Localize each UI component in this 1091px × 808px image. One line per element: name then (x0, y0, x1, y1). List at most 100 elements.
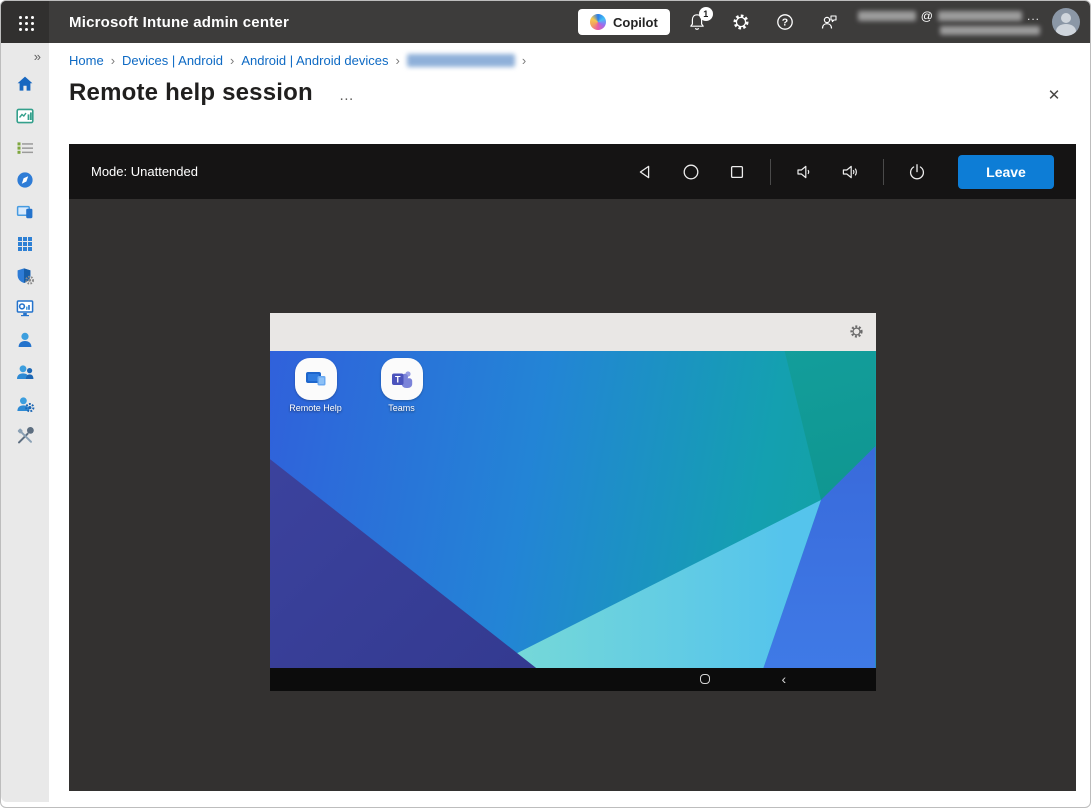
troubleshooting-icon (17, 426, 34, 443)
breadcrumb-device-name-redacted[interactable] (406, 54, 515, 67)
account-domain-redacted (937, 11, 1022, 21)
breadcrumb-separator: › (110, 53, 116, 68)
device-status-bar (269, 313, 876, 351)
help-icon: ? (776, 14, 793, 30)
apps-icon (18, 236, 32, 251)
tenant-admin-icon (17, 396, 35, 412)
devices-icon (16, 205, 33, 218)
remote-help-app-icon (294, 358, 337, 400)
breadcrumb: Home › Devices | Android › Android | And… (69, 53, 526, 68)
teams-app-icon: T (380, 358, 423, 400)
sidebar-item-dashboard[interactable] (9, 106, 41, 125)
sidebar-item-reports[interactable] (9, 298, 41, 317)
help-button[interactable]: ? (768, 5, 802, 39)
remote-session-panel: Mode: Unattended Leave Remote Help T Tea… (69, 144, 1076, 791)
device-back-icon[interactable]: ‹ (782, 668, 787, 691)
volume-up-icon (842, 165, 857, 178)
account-tenant-redacted (940, 26, 1040, 35)
nav-expand-button[interactable]: » (34, 43, 49, 66)
breadcrumb-separator: › (395, 53, 400, 68)
top-bar-actions: Copilot 1 ? @ ... (578, 5, 1090, 39)
breadcrumb-home[interactable]: Home (69, 53, 104, 68)
device-settings-icon[interactable] (849, 324, 864, 339)
page-header: Remote help session … (69, 79, 354, 107)
settings-button[interactable] (724, 5, 758, 39)
groups-icon (17, 364, 34, 379)
nav-items (9, 74, 41, 445)
endpoint-security-icon (17, 267, 35, 285)
sidebar-item-groups[interactable] (9, 362, 41, 381)
volume-down-button[interactable] (791, 159, 817, 185)
account-tenant-row (940, 26, 1040, 35)
sidebar-item-endpoint-security[interactable] (9, 266, 41, 285)
device-home-icon[interactable] (699, 674, 710, 684)
sidebar-item-home[interactable] (9, 74, 41, 93)
back-triangle-icon (639, 165, 650, 178)
page-title: Remote help session (69, 79, 313, 106)
copilot-icon (590, 14, 607, 30)
teams-app-shortcut[interactable]: T Teams (373, 358, 431, 413)
android-back-button[interactable] (632, 159, 658, 185)
sidebar-item-browse[interactable] (9, 170, 41, 189)
power-icon (909, 163, 925, 179)
recents-square-icon (730, 165, 744, 178)
top-bar: Microsoft Intune admin center Copilot 1 (1, 1, 1090, 43)
breadcrumb-android-devices[interactable]: Android | Android devices (241, 53, 388, 68)
breadcrumb-devices-android[interactable]: Devices | Android (122, 53, 223, 68)
feedback-icon (821, 15, 837, 29)
breadcrumb-separator: › (521, 53, 527, 68)
close-blade-button[interactable]: ✕ (1044, 85, 1064, 105)
reports-icon (16, 299, 34, 316)
all-services-icon (17, 141, 33, 154)
more-options-button[interactable]: … (339, 87, 354, 104)
users-icon (18, 332, 32, 347)
android-home-button[interactable] (678, 159, 704, 185)
sidebar-item-troubleshooting[interactable] (9, 426, 41, 445)
session-stage: Remote Help T Teams ‹ (69, 199, 1076, 791)
power-button[interactable] (904, 159, 930, 185)
notifications-button[interactable]: 1 (680, 5, 714, 39)
sidebar-item-all-services[interactable] (9, 138, 41, 157)
account-at-symbol: @ (920, 9, 933, 23)
volume-down-icon (797, 165, 810, 178)
copilot-button[interactable]: Copilot (578, 9, 670, 35)
account-email-row: @ ... (857, 9, 1040, 23)
app-launcher-button[interactable] (1, 1, 49, 43)
toolbar-divider (883, 158, 884, 185)
device-nav-bar: ‹ (269, 668, 876, 691)
app-label: Teams (388, 403, 415, 413)
sidebar-item-users[interactable] (9, 330, 41, 349)
sidebar-item-devices[interactable] (9, 202, 41, 221)
svg-text:T: T (394, 375, 400, 385)
user-avatar[interactable] (1052, 8, 1080, 36)
intune-admin-window: Microsoft Intune admin center Copilot 1 (0, 0, 1091, 808)
sidebar-item-apps[interactable] (9, 234, 41, 253)
dashboard-icon (16, 108, 34, 123)
device-wallpaper: Remote Help T Teams (269, 351, 876, 668)
leave-session-button[interactable]: Leave (958, 154, 1054, 189)
sidebar-item-tenant-administration[interactable] (9, 394, 41, 413)
account-email-redacted (857, 11, 916, 21)
remote-device-screen[interactable]: Remote Help T Teams ‹ (269, 313, 876, 691)
account-info[interactable]: @ ... (857, 9, 1040, 35)
session-mode-label: Mode: Unattended (91, 164, 198, 179)
app-title: Microsoft Intune admin center (69, 13, 289, 31)
android-recents-button[interactable] (724, 159, 750, 185)
home-icon (17, 76, 33, 91)
feedback-button[interactable] (812, 5, 846, 39)
left-nav: » (1, 43, 49, 802)
gear-icon (733, 14, 749, 30)
toolbar-divider (770, 158, 771, 185)
app-label: Remote Help (289, 403, 342, 413)
breadcrumb-separator: › (229, 53, 235, 68)
session-controls: Leave (632, 154, 1054, 189)
waffle-icon (18, 15, 22, 19)
notification-badge: 1 (698, 7, 713, 21)
home-circle-icon (683, 164, 699, 179)
copilot-label: Copilot (613, 14, 658, 30)
remote-help-app-shortcut[interactable]: Remote Help (287, 358, 345, 413)
account-overflow: ... (1026, 9, 1040, 23)
compass-icon (17, 171, 33, 188)
volume-up-button[interactable] (837, 159, 863, 185)
svg-text:?: ? (782, 17, 788, 29)
